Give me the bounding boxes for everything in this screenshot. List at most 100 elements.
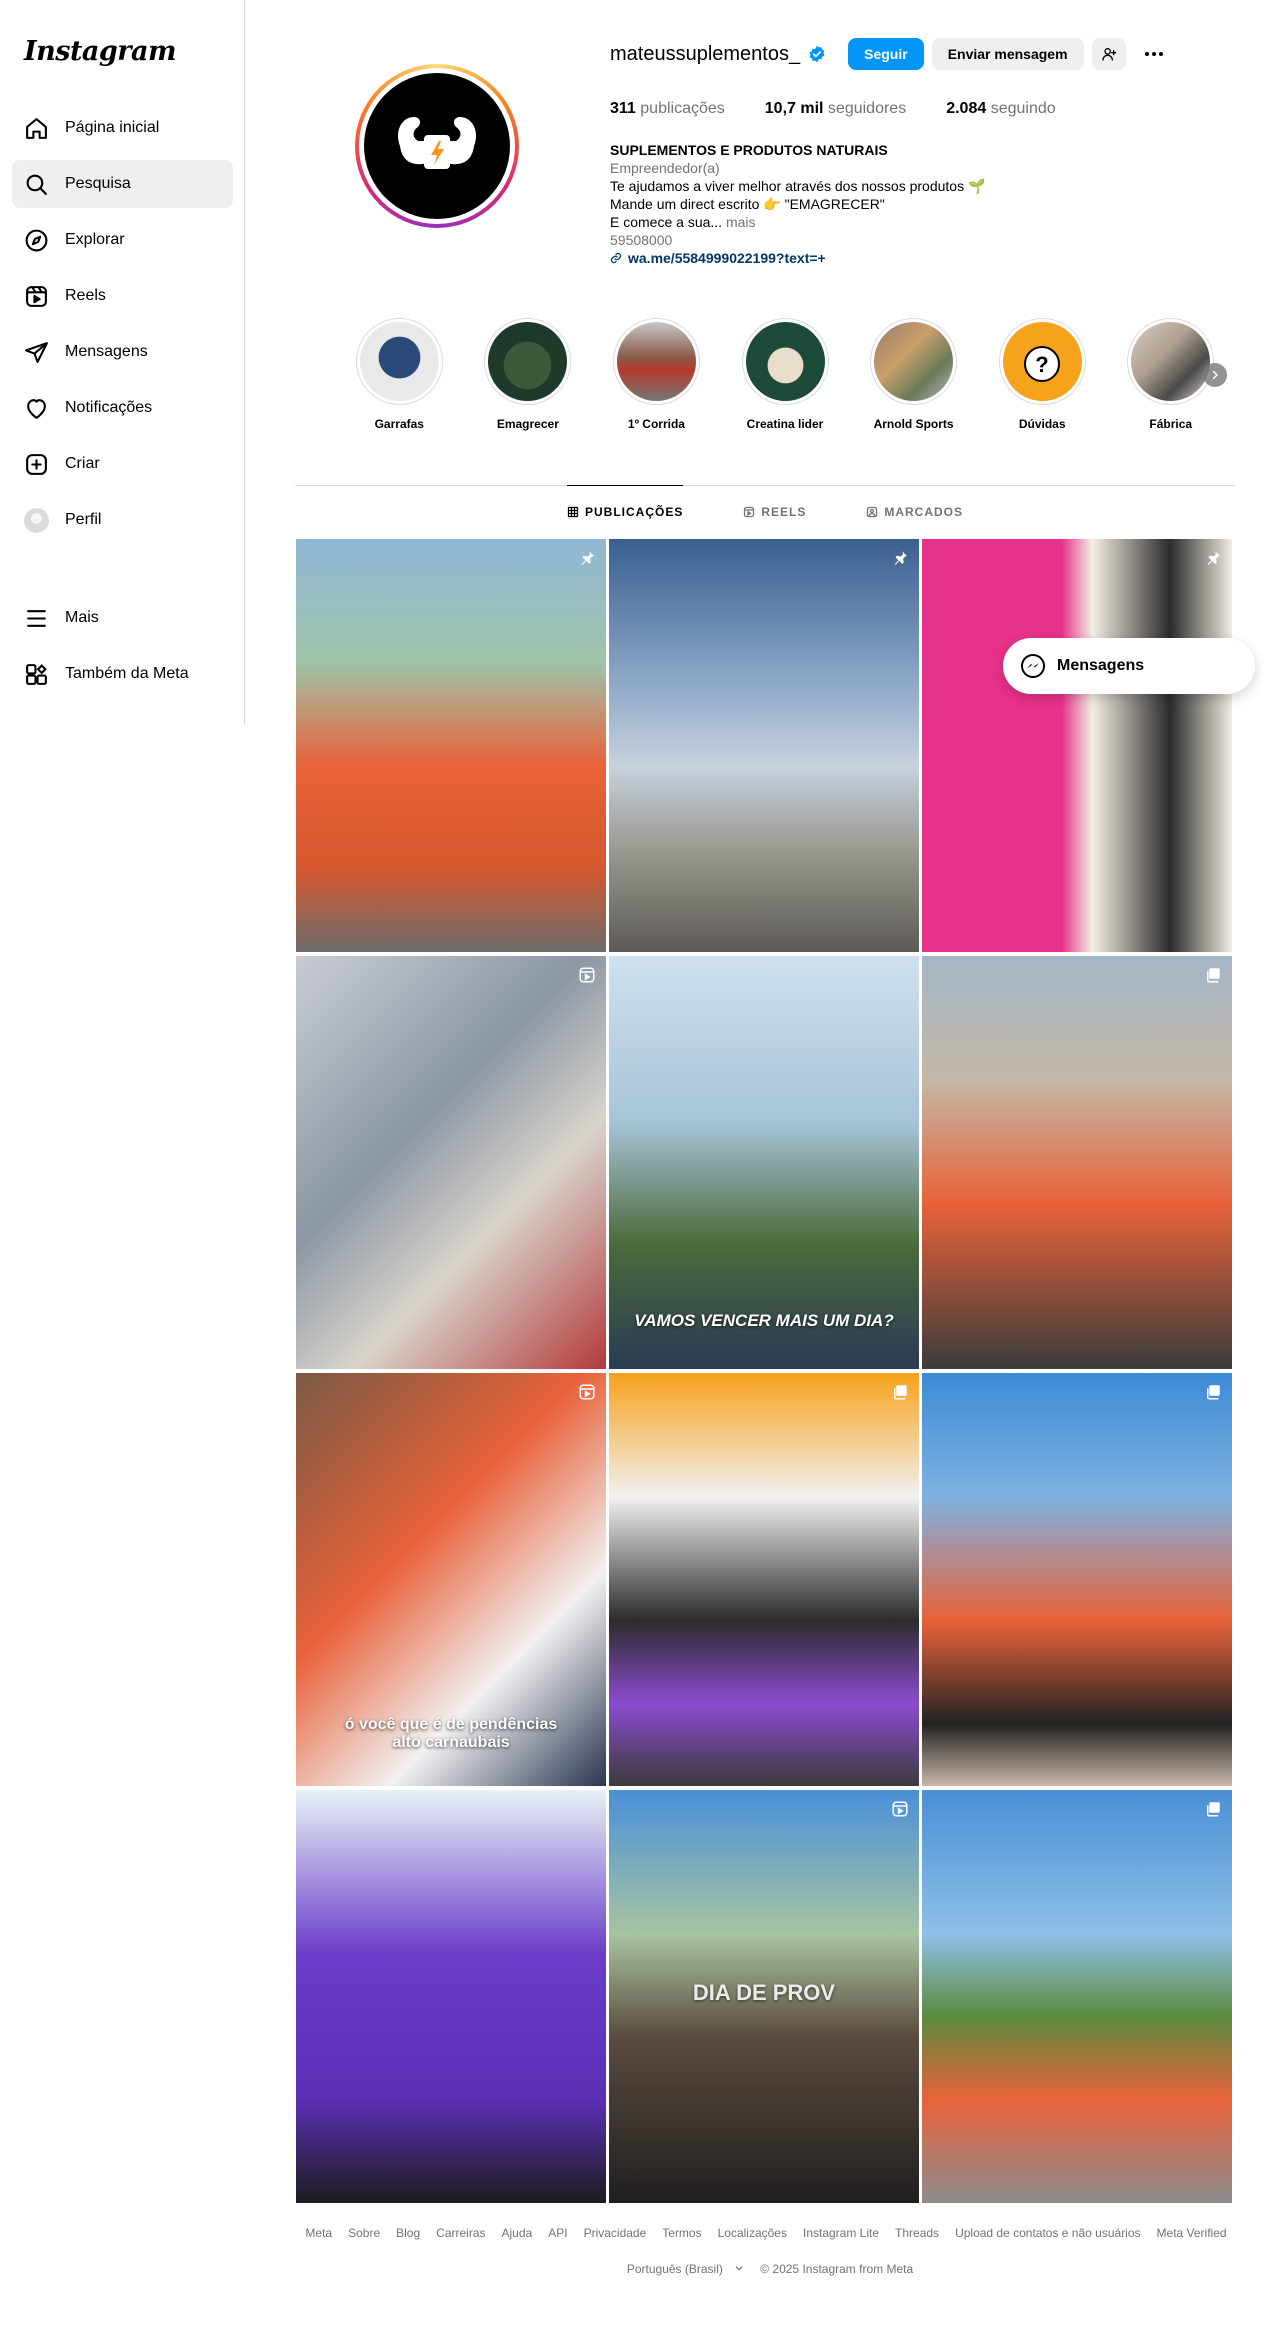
nav-item-explore[interactable]: Explorar [12,216,233,264]
post-tile[interactable]: VAMOS VENCER MAIS UM DIA? [609,956,919,1369]
reel-icon [892,1801,908,1817]
footer-link[interactable]: Instagram Lite [803,2226,879,2240]
highlight-item[interactable]: Emagrecer [464,318,593,431]
footer-link[interactable]: Threads [895,2226,939,2240]
menu-icon [27,609,46,627]
messages-icon [25,341,48,363]
bio-line: Mande um direct escrito 👉 "EMAGRECER" [610,196,885,212]
post-tile[interactable] [609,1373,919,1786]
svg-text:?: ? [1035,352,1048,377]
nav-item-profile[interactable]: Perfil [12,496,233,544]
profile-tabs: PUBLICAÇÕES REELS MARCADOS [295,485,1235,538]
nav-item-home[interactable]: Página inicial [12,104,233,152]
link-icon [610,252,622,264]
nav-label: Criar [65,455,100,472]
post-tile[interactable] [296,1790,606,2203]
footer-links: Meta Sobre Blog Carreiras Ajuda API Priv… [296,2226,1236,2240]
send-message-button[interactable]: Enviar mensagem [931,38,1084,70]
post-tile[interactable] [296,539,606,952]
carousel-icon [894,1385,907,1400]
pin-icon [581,551,594,565]
post-tile[interactable] [296,956,606,1369]
highlight-item[interactable]: 1º Corrida [592,318,721,431]
tab-reels[interactable]: REELS [743,486,806,538]
explore-icon [25,229,48,251]
post-caption-overlay: VAMOS VENCER MAIS UM DIA? [634,1311,894,1330]
nav-menu: Página inicial Pesquisa Explorar Reels M… [12,104,233,552]
post-tile[interactable] [922,539,1232,952]
footer-link[interactable]: Upload de contatos e não usuários [955,2226,1140,2240]
bio-line: 59508000 [610,232,673,248]
nav-item-also-from-meta[interactable]: Também da Meta [12,650,233,698]
post-tile[interactable] [922,1790,1232,2203]
nav-label: Página inicial [65,119,160,136]
highlight-label: Arnold Sports [873,417,954,431]
nav-item-reels[interactable]: Reels [12,272,233,320]
footer-link[interactable]: Privacidade [584,2226,647,2240]
tab-tagged[interactable]: MARCADOS [866,486,963,538]
highlight-item[interactable]: ? Dúvidas [978,318,1107,431]
nav-label: Perfil [65,511,102,528]
following-count-value: 2.084 [946,100,987,117]
nav-item-create[interactable]: Criar [12,440,233,488]
footer-link[interactable]: Termos [662,2226,701,2240]
footer-bottom: Português (Brasil) © 2025 Instagram from… [296,2262,1236,2276]
suggest-accounts-button[interactable] [1091,38,1126,70]
highlight-item[interactable]: Garrafas [335,318,464,431]
messages-floating-button[interactable]: Mensagens [1003,638,1255,694]
nav-item-more[interactable]: Mais [12,594,233,642]
profile-picture-story-ring[interactable] [355,64,519,228]
footer-link[interactable]: Sobre [348,2226,380,2240]
bio-link-text: wa.me/5584999022199?text=+ [628,250,826,266]
bio-more-link[interactable]: mais [726,214,756,230]
instagram-logo[interactable]: Instagram [24,36,177,67]
post-tile[interactable] [922,1373,1232,1786]
nav-item-messages[interactable]: Mensagens [12,328,233,376]
tab-label: REELS [761,505,807,519]
highlights-next-button[interactable] [1203,363,1227,387]
post-tile[interactable]: ó você que é de pendências alto carnauba… [296,1373,606,1786]
post-tile[interactable]: DIA DE PROV [609,1790,919,2203]
followers-count[interactable]: 10,7 mil seguidores [765,100,906,118]
bio-name: SUPLEMENTOS E PRODUTOS NATURAIS [610,142,888,158]
search-icon [26,174,47,195]
post-tile[interactable] [609,539,919,952]
nav-item-notifications[interactable]: Notificações [12,384,233,432]
chevron-right-icon [1212,370,1219,380]
highlight-item[interactable]: Arnold Sports [849,318,978,431]
heart-icon [27,398,46,419]
profile-bio: SUPLEMENTOS E PRODUTOS NATURAIS Empreend… [610,141,1040,267]
footer-link[interactable]: Meta [305,2226,332,2240]
footer-link[interactable]: API [548,2226,567,2240]
follow-button[interactable]: Seguir [848,38,924,70]
nav-label: Explorar [65,231,125,248]
story-highlights: Garrafas Emagrecer 1º Corrida Creatina l… [335,318,1235,431]
highlight-label: Fábrica [1149,417,1193,431]
post-tile[interactable] [922,956,1232,1369]
highlight-item[interactable]: Creatina lider [721,318,850,431]
bio-line: Te ajudamos a viver melhor através dos n… [610,178,986,194]
footer-link[interactable]: Blog [396,2226,420,2240]
tab-label: PUBLICAÇÕES [584,505,684,519]
grid-icon [567,506,579,518]
more-options-button[interactable] [1142,42,1166,66]
footer-link[interactable]: Meta Verified [1157,2226,1227,2240]
language-selector[interactable]: Português (Brasil) [619,2262,744,2276]
bodybuilder-logo-icon [397,117,477,169]
meta-apps-icon [26,663,47,685]
footer-link[interactable]: Ajuda [502,2226,533,2240]
posts-grid: VAMOS VENCER MAIS UM DIA? ó você que é d… [296,539,1236,2203]
bio-external-link[interactable]: wa.me/5584999022199?text=+ [610,249,1040,267]
messages-label: Mensagens [1057,657,1145,674]
copyright: © 2025 Instagram from Meta [760,2262,914,2276]
tab-posts[interactable]: PUBLICAÇÕES [566,485,684,538]
nav-item-search[interactable]: Pesquisa [12,160,233,208]
highlight-label: Emagrecer [496,417,559,431]
highlight-cover: ? [1002,322,1082,401]
nav-label: Mensagens [65,343,148,360]
highlight-cover [1131,322,1211,401]
footer-link[interactable]: Carreiras [436,2226,485,2240]
footer-link[interactable]: Localizações [718,2226,787,2240]
create-icon [26,453,47,475]
following-count[interactable]: 2.084 seguindo [946,100,1055,118]
